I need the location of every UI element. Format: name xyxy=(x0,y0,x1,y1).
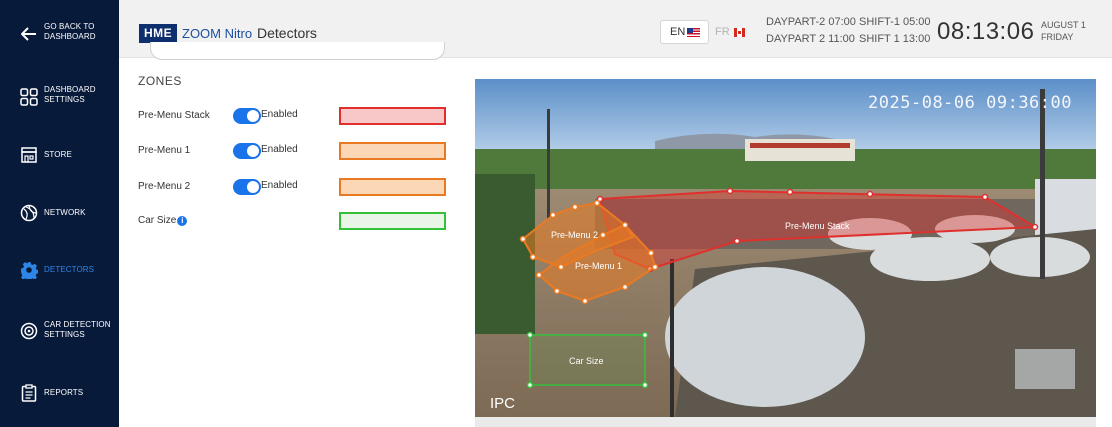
daypart-next: DAYPART 2 11:00 xyxy=(766,33,855,45)
collapsed-panel-edge xyxy=(150,42,445,60)
gear-icon xyxy=(18,259,40,281)
us-flag-icon xyxy=(687,28,700,37)
sidebar-item-detectors[interactable]: DETECTORS xyxy=(0,255,119,285)
clipboard-icon xyxy=(18,382,40,404)
sidebar-item-label: DETECTORS xyxy=(44,265,95,274)
language-en-button[interactable]: EN xyxy=(660,20,709,44)
zone-color-swatch[interactable] xyxy=(339,107,446,125)
zones-title: ZONES xyxy=(138,74,182,88)
zone-name: Car Size i xyxy=(138,214,188,228)
toggle-knob xyxy=(247,110,259,122)
toggle-label: Enabled xyxy=(261,180,298,191)
canada-flag-icon xyxy=(734,28,745,37)
language-fr-button[interactable]: FR xyxy=(715,23,730,41)
shift-current: SHIFT-1 05:00 xyxy=(859,16,931,28)
current-time: 08:13:06 xyxy=(937,18,1035,45)
zone-label-car-size: Car Size xyxy=(569,356,604,366)
toggle-knob xyxy=(247,181,259,193)
info-icon[interactable]: i xyxy=(177,216,188,226)
hme-logo: HME xyxy=(139,24,178,43)
network-icon xyxy=(18,202,40,224)
shift-next: SHIFT 1 13:00 xyxy=(859,33,931,45)
language-en-label: EN xyxy=(670,26,686,38)
zone-row-pre-menu-stack: Pre-Menu Stack Enabled xyxy=(138,107,448,127)
daypart-current: DAYPART-2 07:00 xyxy=(766,16,856,28)
zone-row-pre-menu-2: Pre-Menu 2 Enabled xyxy=(138,178,448,198)
store-icon xyxy=(18,144,40,166)
sidebar-item-car-detection-settings[interactable]: CAR DETECTION SETTINGS xyxy=(0,311,119,351)
sidebar-item-label: STORE xyxy=(44,150,72,159)
zone-color-swatch[interactable] xyxy=(339,142,446,160)
zone-name: Pre-Menu 1 xyxy=(138,145,191,156)
sidebar: GO BACK TO DASHBOARD DASHBOARD SETTINGS ST… xyxy=(0,0,119,427)
radar-icon xyxy=(18,320,40,342)
zone-label-pre-menu-2: Pre-Menu 2 xyxy=(551,230,599,240)
car-size-color-swatch[interactable] xyxy=(339,212,446,230)
zone-label-pre-menu-stack: Pre-Menu Stack xyxy=(785,221,850,231)
sidebar-item-label: NETWORK xyxy=(44,208,86,217)
current-date: AUGUST 1 FRIDAY xyxy=(1041,20,1086,42)
go-back-label: GO BACK TO DASHBOARD xyxy=(44,22,96,41)
go-back-dashboard-button[interactable]: GO BACK TO DASHBOARD xyxy=(0,14,119,54)
page-title: Detectors xyxy=(257,25,317,41)
toggle-knob xyxy=(247,145,259,157)
sidebar-item-label: CAR DETECTION SETTINGS xyxy=(44,320,111,339)
back-arrow-icon xyxy=(18,23,40,45)
camera-source-label: IPC xyxy=(490,395,516,412)
sidebar-item-label: DASHBOARD SETTINGS xyxy=(44,85,96,104)
zone-name: Pre-Menu 2 xyxy=(138,181,191,192)
sidebar-item-store[interactable]: STORE xyxy=(0,140,119,170)
sidebar-item-reports[interactable]: REPORTS xyxy=(0,378,119,408)
toggle-label: Enabled xyxy=(261,109,298,120)
zone-enabled-toggle[interactable] xyxy=(233,143,261,159)
sidebar-item-network[interactable]: NETWORK xyxy=(0,198,119,228)
sidebar-item-dashboard-settings[interactable]: DASHBOARD SETTINGS xyxy=(0,77,119,117)
camera-toolbar-edge xyxy=(475,417,1096,427)
zone-row-pre-menu-1: Pre-Menu 1 Enabled xyxy=(138,142,448,162)
toggle-label: Enabled xyxy=(261,144,298,155)
grid-icon xyxy=(18,86,40,108)
zone-label-pre-menu-1: Pre-Menu 1 xyxy=(575,261,623,271)
zone-row-car-size: Car Size i xyxy=(138,212,448,232)
zone-color-swatch[interactable] xyxy=(339,178,446,196)
zone-enabled-toggle[interactable] xyxy=(233,179,261,195)
camera-timestamp: 2025-08-06 09:36:00 xyxy=(868,93,1072,113)
zone-name: Pre-Menu Stack xyxy=(138,110,210,121)
camera-feed[interactable]: 2025-08-06 09:36:00 IPC Pre-Menu Stack P… xyxy=(475,79,1096,417)
sidebar-item-label: REPORTS xyxy=(44,388,84,397)
zone-enabled-toggle[interactable] xyxy=(233,108,261,124)
product-name: ZOOM Nitro xyxy=(182,26,253,41)
